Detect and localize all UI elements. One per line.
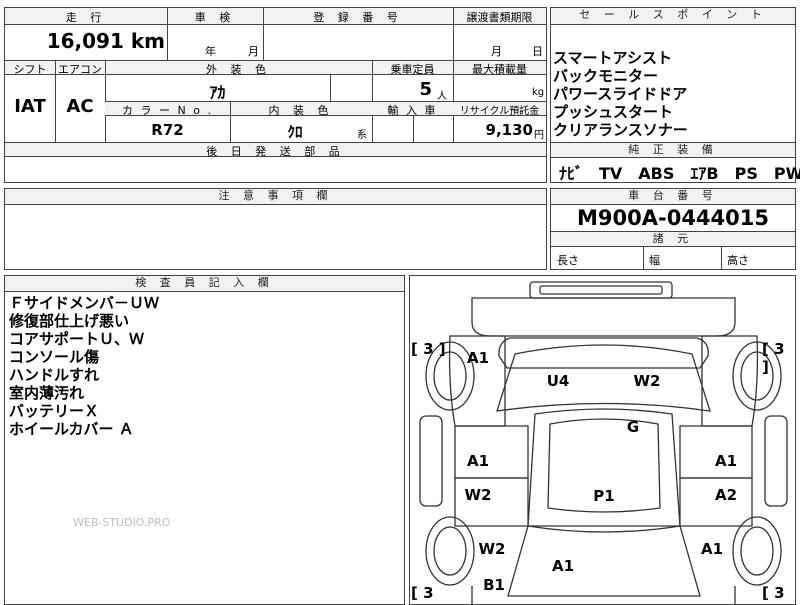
- aircon-value: AC: [66, 96, 94, 117]
- mark-windshield-right: W2: [633, 372, 661, 390]
- inspector-note-item: 修復部仕上げ悪い: [9, 312, 130, 330]
- windshield-shape: [496, 344, 711, 412]
- inspector-note-item: ハンドルすれ: [9, 366, 100, 384]
- mark-left-rear-door: W2: [464, 486, 492, 504]
- color-no-value: R72: [151, 121, 184, 139]
- sales-points-list: スマートアシスト バックモニター パワースライドドア プッシュスタート クリアランスソナ…: [553, 49, 793, 139]
- spec-header: 諸 元: [551, 232, 795, 247]
- recycle-fee-unit: 円: [534, 130, 544, 141]
- inspector-note-item: コアサポートＵ、Ｗ: [9, 330, 145, 348]
- shift-header: シフト: [13, 63, 47, 76]
- color-no-header: カ ラ ー N o .: [122, 104, 213, 117]
- aircon-header: エアコン: [58, 63, 102, 76]
- front-bumper-shape: [471, 297, 736, 337]
- recycle-fee-header: リサイクル預託金: [459, 106, 540, 117]
- mark-right-rear-quarter: A1: [700, 540, 724, 558]
- mark-left-front-door: A1: [466, 452, 490, 470]
- inspection-header: 車 検: [194, 11, 236, 24]
- watermark: WEB-STUDIO.PRO: [73, 516, 171, 529]
- car-diagram-panel: A1 U4 W2 G A1 A1 W2 A2 P1 W2 A1 A1 B1 [ …: [409, 275, 796, 605]
- mark-windshield-left: U4: [546, 372, 570, 390]
- capacity-header: 乗車定員: [390, 63, 435, 76]
- bracket-front-left-tire: [ 3 ]: [411, 340, 446, 358]
- inspector-panel: 検 査 員 記 入 欄 Ｆサイドメンバ－ＵＷ 修復部仕上げ悪い コアサポートＵ、Ｗ コ…: [4, 275, 405, 605]
- length-label: 長さ: [557, 254, 579, 267]
- mark-rear-bumper-left: B1: [483, 576, 505, 594]
- capacity-unit: 人: [437, 91, 447, 102]
- shift-value: IAT: [14, 96, 46, 117]
- inspector-note-item: Ｆサイドメンバ－ＵＷ: [9, 294, 160, 312]
- mark-roof: P1: [593, 487, 615, 505]
- mileage-unit: km: [130, 29, 165, 53]
- grille-shape: [529, 281, 673, 299]
- mark-front-left-fender: A1: [466, 349, 490, 367]
- interior-color-header: 内 装 色: [268, 104, 334, 117]
- chassis-panel: 車 台 番 号 M900A-0444015 諸 元 長さ 幅 高さ: [550, 188, 796, 270]
- mileage-value: 16,091: [46, 29, 124, 53]
- inspector-note-item: バッテリーＸ: [9, 402, 100, 420]
- bracket-rear-right-tire: [ 3: [762, 584, 785, 602]
- rear-gate-shape: [507, 525, 701, 597]
- registration-header: 登 録 番 号: [313, 11, 403, 24]
- notes-panel: 注 意 事 項 欄: [4, 188, 547, 270]
- mark-left-rear-quarter: W2: [478, 540, 506, 558]
- sales-points-header: セ ー ル ス ポ イ ン ト: [551, 8, 795, 25]
- transfer-month-unit: 月: [491, 45, 502, 58]
- interior-color-value: ｸﾛ: [287, 123, 303, 141]
- width-label: 幅: [649, 254, 660, 267]
- inspector-note-item: ホイールカバー Ａ: [9, 420, 134, 438]
- max-load-header: 最大積載量: [472, 63, 527, 76]
- height-label: 高さ: [727, 254, 749, 267]
- sales-point-item: プッシュスタート: [553, 103, 674, 121]
- bracket-rear-left-tire: [ 3: [411, 584, 434, 602]
- inspector-note-item: 室内薄汚れ: [9, 384, 85, 402]
- sales-point-item: スマートアシスト: [553, 49, 672, 67]
- bracket-front-right-tire: [ 3 ]: [762, 340, 785, 376]
- standard-equipment-header: 純 正 装 備: [551, 143, 795, 158]
- mark-glass-roof-front: G: [626, 418, 640, 436]
- transfer-deadline-header: 譲渡書類期限: [466, 11, 533, 24]
- right-front-fender-shape: [701, 335, 759, 427]
- later-parts-header: 後 日 発 送 部 品: [206, 145, 345, 158]
- inspector-header: 検 査 員 記 入 欄: [5, 276, 404, 292]
- sales-point-item: クリアランスソナー: [553, 121, 688, 139]
- inspector-notes-list: Ｆサイドメンバ－ＵＷ 修復部仕上げ悪い コアサポートＵ、Ｗ コンソール傷 ハンドルすれ室…: [9, 294, 399, 438]
- recycle-fee-value: 9,130: [485, 121, 533, 139]
- transfer-day-unit: 日: [532, 45, 543, 58]
- car-outline: [419, 281, 788, 604]
- info-table: 走 行 車 検 登 録 番 号 譲渡書類期限 16,091 km 年 月 月 日…: [4, 7, 547, 183]
- sales-point-item: パワースライドドア: [553, 85, 688, 103]
- mark-right-front-door: A1: [714, 452, 738, 470]
- mark-right-rear-door: A2: [714, 486, 738, 504]
- inspector-note-item: コンソール傷: [9, 348, 100, 366]
- inspection-year-unit: 年: [205, 45, 216, 58]
- right-mirror-shape: [764, 415, 788, 507]
- max-load-unit: kg: [532, 87, 545, 98]
- sales-point-item: バックモニター: [553, 67, 659, 85]
- mark-rear-gate: A1: [551, 557, 575, 575]
- chassis-number: M900A-0444015: [577, 206, 769, 230]
- mileage-header: 走 行: [65, 11, 107, 24]
- capacity-value: 5: [419, 79, 432, 100]
- chassis-header: 車 台 番 号: [551, 189, 795, 205]
- interior-color-suffix: 系: [357, 130, 367, 141]
- inspection-month-unit: 月: [248, 45, 259, 58]
- hood-shape: [498, 337, 709, 369]
- exterior-color-value: ｱｶ: [209, 83, 226, 102]
- left-mirror-shape: [419, 415, 443, 507]
- sales-points-panel: セ ー ル ス ポ イ ン ト スマートアシスト バックモニター パワースライドドア…: [550, 7, 800, 183]
- standard-equipment-value: ﾅﾋﾞ TV ABS ｴｱB PS PW: [559, 164, 800, 183]
- notes-header: 注 意 事 項 欄: [5, 189, 546, 205]
- exterior-color-header: 外 装 色: [206, 63, 271, 76]
